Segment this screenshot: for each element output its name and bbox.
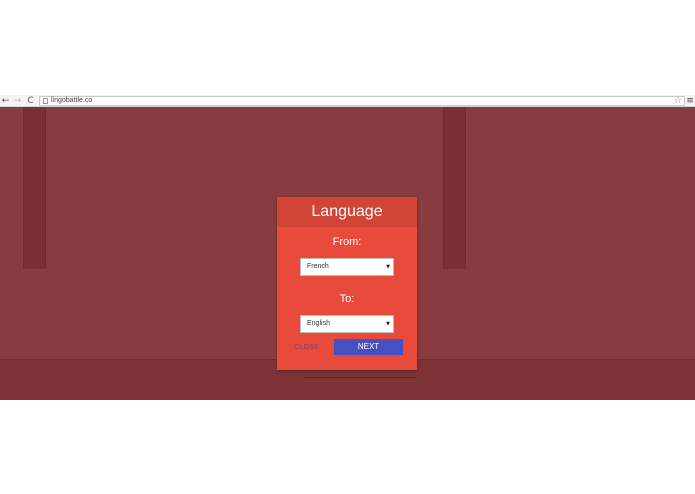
close-button[interactable]: CLOSE bbox=[294, 343, 319, 352]
reload-icon[interactable]: C bbox=[25, 95, 36, 107]
background-pillar-left bbox=[23, 107, 46, 269]
next-button[interactable]: NEXT bbox=[334, 339, 403, 355]
dropdown-arrow-icon: ▼ bbox=[386, 321, 390, 327]
to-language-value: English bbox=[307, 320, 330, 327]
to-label: To: bbox=[339, 293, 355, 305]
from-language-select[interactable]: French ▼ bbox=[300, 258, 394, 276]
page-icon bbox=[43, 98, 48, 104]
browser-toolbar: ← → C lingobattle.co ☆ ≡ bbox=[0, 95, 695, 107]
dropdown-arrow-icon: ▼ bbox=[386, 264, 390, 270]
forward-arrow-icon[interactable]: → bbox=[12, 95, 23, 107]
address-bar[interactable]: lingobattle.co ☆ bbox=[39, 96, 685, 106]
background-ledge bbox=[303, 377, 416, 378]
bookmark-star-icon[interactable]: ☆ bbox=[674, 96, 682, 106]
dialog-title: Language bbox=[277, 197, 417, 227]
dialog-actions: CLOSE NEXT bbox=[277, 339, 417, 355]
language-dialog: Language From: French ▼ To: English ▼ CL… bbox=[277, 197, 417, 370]
to-language-select[interactable]: English ▼ bbox=[300, 315, 394, 333]
browser-menu-icon[interactable]: ≡ bbox=[686, 95, 694, 107]
back-arrow-icon[interactable]: ← bbox=[0, 95, 11, 107]
from-label: From: bbox=[332, 236, 362, 248]
background-pillar-right bbox=[443, 107, 466, 269]
from-language-value: French bbox=[307, 263, 329, 270]
url-text[interactable]: lingobattle.co bbox=[51, 97, 92, 105]
